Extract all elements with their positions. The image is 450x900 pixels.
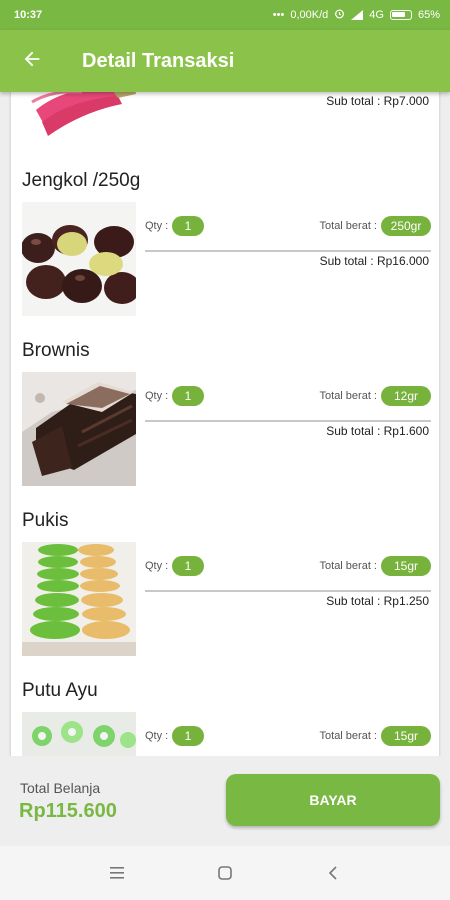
battery-percent: 65% (417, 9, 440, 21)
item-subtotal: Sub total : Rp16.000 (319, 254, 429, 268)
item-divider (145, 250, 431, 252)
item-image (22, 712, 136, 756)
list-item[interactable]: Putu Ayu Qty : 1 Total berat : 15gr (11, 680, 439, 756)
weight-badge: 250gr (381, 216, 431, 236)
network-type: 4G (369, 9, 384, 21)
weight-label: Total berat : (319, 730, 377, 742)
item-divider (145, 590, 431, 592)
weight-label: Total berat : (319, 220, 377, 232)
back-button[interactable] (0, 30, 64, 92)
system-nav-bar (0, 846, 450, 900)
item-subtotal: Sub total : Rp1.250 (326, 594, 429, 608)
weight-label: Total berat : (319, 390, 377, 402)
item-image (22, 542, 136, 656)
item-name: Pukis (22, 510, 69, 531)
qty-label: Qty : (145, 390, 169, 402)
partial-item-subtotal: Sub total : Rp7.000 (326, 94, 429, 108)
home-square-icon[interactable] (211, 859, 239, 887)
qty-badge: 1 (172, 726, 204, 746)
checkout-bar: Total Belanja Rp115.600 BAYAR (0, 756, 450, 846)
qty-badge: 1 (172, 216, 204, 236)
qty-badge: 1 (172, 386, 204, 406)
battery-icon (389, 10, 412, 20)
list-item[interactable]: Jengkol /250g Qty : 1 Total berat: 250g… (11, 170, 439, 340)
qty-label: Qty : (145, 730, 169, 742)
item-name: Brownis (22, 340, 90, 361)
menu-icon[interactable] (103, 859, 131, 887)
item-image (22, 202, 136, 316)
item-subtotal: Sub total : Rp1.600 (326, 424, 429, 438)
back-chevron-icon[interactable] (319, 859, 347, 887)
arrow-left-icon (21, 48, 43, 75)
weight-label: Total berat : (319, 560, 377, 572)
qty-badge: 1 (172, 556, 204, 576)
qty-label: Qty : (145, 560, 169, 572)
weight-badge: 12gr (381, 386, 431, 406)
qty-label: Qty : (145, 220, 169, 232)
list-item[interactable]: Brownis Qty : 1 Total berat : 12gr Sub t… (11, 340, 439, 510)
item-name: Putu Ayu (22, 680, 98, 701)
weight-badge: 15gr (381, 726, 431, 746)
item-image (22, 372, 136, 486)
alarm-icon (334, 8, 345, 22)
list-item[interactable]: Pukis Qty: 1 Total berat: 15gr Sub tot… (11, 510, 439, 680)
app-bar: Detail Transaksi (0, 30, 450, 92)
status-bar: 10:37 ••• 0,00K/d 4G 65% (0, 0, 450, 30)
signal-icon (351, 10, 364, 20)
status-right: ••• 0,00K/d 4G 65% (273, 8, 440, 22)
status-time: 10:37 (14, 9, 43, 21)
status-dots: ••• (272, 9, 285, 21)
item-divider (145, 420, 431, 422)
item-name: Jengkol /250g (22, 170, 141, 191)
total-value: Rp115.600 (19, 800, 117, 822)
pay-button[interactable]: BAYAR (226, 774, 440, 826)
page-title: Detail Transaksi (82, 49, 235, 72)
partial-item-image (22, 92, 136, 138)
total-label: Total Belanja (20, 780, 101, 796)
network-speed: 0,00K/d (290, 9, 329, 21)
weight-badge: 15gr (381, 556, 431, 576)
transaction-card: Sub total : Rp7.000 Jengkol /250g Qty: … (11, 92, 439, 756)
transaction-list[interactable]: Sub total : Rp7.000 Jengkol /250g Qty: … (0, 92, 450, 756)
